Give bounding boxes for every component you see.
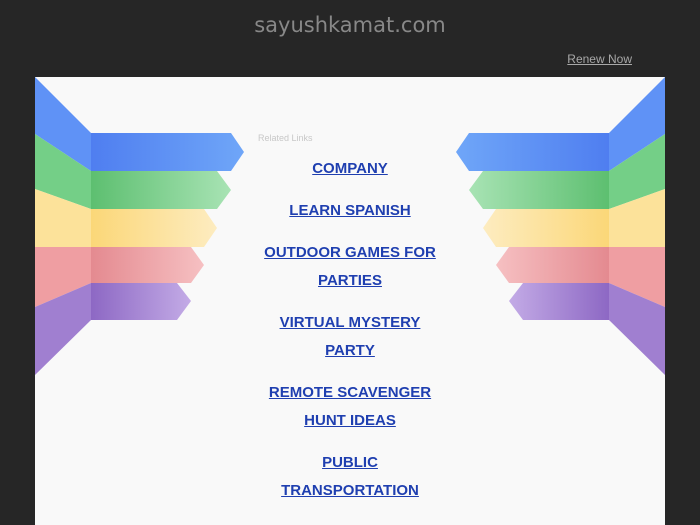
- related-links-label: Related Links: [258, 133, 313, 143]
- link-remote-scavenger-hunt[interactable]: REMOTE SCAVENGER HUNT IDEAS: [255, 379, 445, 435]
- link-public-transportation[interactable]: PUBLIC TRANSPORTATION: [255, 449, 445, 505]
- list-item: VIRTUAL MYSTERY PARTY: [235, 309, 465, 365]
- related-links-list: COMPANY LEARN SPANISH OUTDOOR GAMES FOR …: [235, 155, 465, 519]
- link-learn-spanish[interactable]: LEARN SPANISH: [289, 197, 410, 225]
- link-virtual-mystery-party[interactable]: VIRTUAL MYSTERY PARTY: [255, 309, 445, 365]
- list-item: LEARN SPANISH: [235, 197, 465, 225]
- list-item: COMPANY: [235, 155, 465, 183]
- list-item: PUBLIC TRANSPORTATION: [235, 449, 465, 505]
- link-company[interactable]: COMPANY: [312, 155, 388, 183]
- site-title: sayushkamat.com: [254, 13, 446, 37]
- content-panel: Related Links COMPANY LEARN SPANISH OUTD…: [35, 77, 665, 525]
- list-item: OUTDOOR GAMES FOR PARTIES: [235, 239, 465, 295]
- link-outdoor-games[interactable]: OUTDOOR GAMES FOR PARTIES: [255, 239, 445, 295]
- list-item: REMOTE SCAVENGER HUNT IDEAS: [235, 379, 465, 435]
- renew-now-link[interactable]: Renew Now: [567, 52, 632, 66]
